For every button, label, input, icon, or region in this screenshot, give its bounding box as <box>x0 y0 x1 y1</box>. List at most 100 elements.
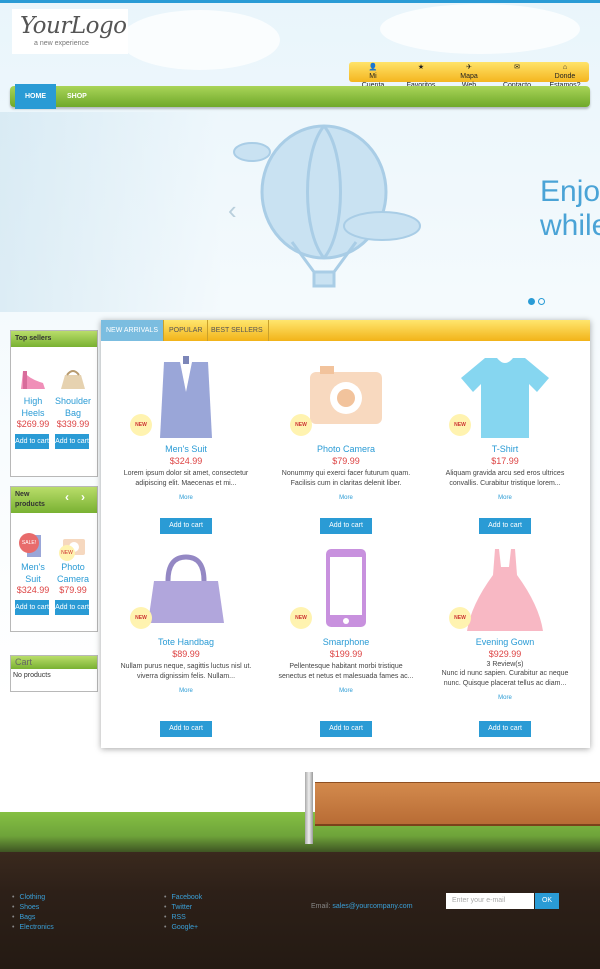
site-logo[interactable]: YourLogo a new experience <box>12 9 128 54</box>
email-label: Email: <box>311 903 331 910</box>
new-badge: NEW <box>449 414 471 436</box>
product-tabs-panel: NEW ARRIVALS POPULAR BEST SELLERS NEW Me… <box>101 320 590 748</box>
chevron-right-icon[interactable]: › <box>81 491 85 503</box>
product-name[interactable]: Tote Handbag <box>111 637 261 647</box>
logo-tagline: a new experience <box>34 40 89 47</box>
hot-air-balloon-illustration <box>233 124 421 288</box>
product-image[interactable]: NEW <box>290 352 396 440</box>
product-tabs: NEW ARRIVALS POPULAR BEST SELLERS <box>101 320 590 341</box>
product-image[interactable]: NEW <box>290 545 396 633</box>
wooden-sign-board <box>315 782 600 826</box>
top-link-sitemap[interactable]: ✈ Mapa Web <box>445 62 493 89</box>
nav-home[interactable]: HOME <box>15 84 56 109</box>
slide-title: Enjoy while <box>540 175 600 243</box>
user-icon: 👤 <box>368 64 378 71</box>
top-sellers-block: Top sellers High Heels $269.99 Add to car… <box>10 330 98 477</box>
top-link-label: Mapa <box>460 73 478 80</box>
top-link-location[interactable]: ⌂ Donde Estamos? <box>541 62 589 89</box>
newsletter-input[interactable]: Enter your e-mail <box>446 893 534 909</box>
add-to-cart-button[interactable]: Add to cart <box>320 518 372 534</box>
product-description: Nonummy qui exerci facer futurum quam. F… <box>281 470 411 487</box>
add-to-cart-button[interactable]: Add to cart <box>160 721 212 737</box>
add-to-cart-button[interactable]: Add to cart <box>479 721 531 737</box>
product-name[interactable]: T-Shirt <box>430 444 580 454</box>
new-product-name[interactable]: Photo Camera <box>55 561 91 585</box>
product-image[interactable]: NEW <box>449 352 555 440</box>
chevron-left-icon[interactable]: ‹ <box>65 491 69 503</box>
google-plus-link[interactable]: Google+ <box>164 923 202 933</box>
tab-best-sellers[interactable]: BEST SELLERS <box>206 320 269 341</box>
top-seller-price: $339.99 <box>56 419 90 429</box>
nav-shop[interactable]: SHOP <box>67 86 87 107</box>
twitter-link[interactable]: Twitter <box>164 903 202 913</box>
facebook-link[interactable]: Facebook <box>164 893 202 903</box>
more-link[interactable]: More <box>271 688 421 694</box>
add-to-cart-button[interactable]: Add to cart <box>15 434 49 449</box>
slider-dot-active[interactable] <box>528 298 535 305</box>
product-image[interactable]: NEW <box>130 545 236 633</box>
product-card: NEW Photo Camera $79.99 Nonummy qui exer… <box>271 352 421 540</box>
footer-link[interactable]: Bags <box>12 913 54 923</box>
product-name[interactable]: Men's Suit <box>111 444 261 454</box>
cart-block: Cart No products <box>10 655 98 692</box>
footer-link[interactable]: Electronics <box>12 923 53 933</box>
product-description: Nunc id nunc sapien. Curabitur ac neque … <box>441 670 569 687</box>
top-seller-name[interactable]: Shoulder Bag <box>55 395 91 419</box>
product-name[interactable]: Photo Camera <box>271 444 421 454</box>
product-name[interactable]: Smarphone <box>271 637 421 647</box>
product-image[interactable]: NEW <box>130 352 236 440</box>
top-seller-name[interactable]: High Heels <box>15 395 51 419</box>
cart-title[interactable]: Cart <box>11 656 97 669</box>
slider-dot[interactable] <box>538 298 545 305</box>
footer-link[interactable]: Clothing <box>12 893 54 903</box>
product-name[interactable]: Evening Gown <box>430 637 580 647</box>
slider-pagination <box>528 298 548 307</box>
footer-categories: Clothing Shoes Bags Electronics <box>12 893 54 933</box>
footer-email: Email: sales@yourcompany.com <box>311 903 413 910</box>
product-image[interactable]: NEW <box>449 545 555 633</box>
product-description: Pellentesque habitant morbi tristique se… <box>278 663 414 680</box>
add-to-cart-button[interactable]: Add to cart <box>479 518 531 534</box>
add-to-cart-button[interactable]: Add to cart <box>15 600 49 615</box>
top-link-label: Donde <box>554 73 576 80</box>
sale-badge: SALE! <box>19 533 39 553</box>
product-card: NEW Evening Gown $929.99 3 Review(s) Nun… <box>430 545 580 745</box>
more-link[interactable]: More <box>430 695 580 701</box>
product-card: NEW Tote Handbag $89.99 Nullam purus neq… <box>111 545 261 745</box>
slide-title-line: Enjoy <box>540 175 600 208</box>
tab-popular[interactable]: POPULAR <box>164 320 209 341</box>
product-reviews[interactable]: 3 Review(s) <box>430 661 580 668</box>
product-card: NEW Men's Suit $324.99 Lorem ipsum dolor… <box>111 352 261 540</box>
top-link-account[interactable]: 👤 Mi Cuenta <box>349 62 397 89</box>
top-seller-item: High Heels $269.99 Add to cart <box>15 367 51 449</box>
new-product-item: NEW Photo Camera $79.99 Add to cart <box>55 533 91 615</box>
mail-icon: ✉ <box>514 64 520 71</box>
footer-link[interactable]: Shoes <box>12 903 54 913</box>
product-description: Aliquam gravida arcu sed eros ultrices c… <box>445 470 565 487</box>
top-link-favorites[interactable]: ★ Favoritos <box>397 62 445 89</box>
logo-text: YourLogo <box>20 13 127 39</box>
add-to-cart-button[interactable]: Add to cart <box>160 518 212 534</box>
rss-link[interactable]: RSS <box>164 913 202 923</box>
new-product-name[interactable]: Men's Suit <box>15 561 51 585</box>
product-price: $17.99 <box>491 456 519 466</box>
add-to-cart-button[interactable]: Add to cart <box>320 721 372 737</box>
add-to-cart-button[interactable]: Add to cart <box>55 600 89 615</box>
cloud-decoration <box>380 4 580 54</box>
tab-new-arrivals[interactable]: NEW ARRIVALS <box>101 320 164 341</box>
more-link[interactable]: More <box>111 495 261 501</box>
add-to-cart-button[interactable]: Add to cart <box>55 434 89 449</box>
top-link-contact[interactable]: ✉ Contacto <box>493 62 541 89</box>
shoulder-bag-icon <box>61 370 85 389</box>
newsletter-ok-button[interactable]: OK <box>535 893 559 909</box>
new-badge: NEW <box>130 607 152 629</box>
product-price: $324.99 <box>169 456 203 466</box>
slide-title-line: while <box>540 209 600 242</box>
product-description: Lorem ipsum dolor sit amet, consectetur … <box>123 470 249 487</box>
more-link[interactable]: More <box>111 688 261 694</box>
more-link[interactable]: More <box>430 495 580 501</box>
cart-empty-text: No products <box>13 672 51 679</box>
product-price: $199.99 <box>329 649 363 659</box>
more-link[interactable]: More <box>271 495 421 501</box>
email-link[interactable]: sales@yourcompany.com <box>332 903 412 910</box>
